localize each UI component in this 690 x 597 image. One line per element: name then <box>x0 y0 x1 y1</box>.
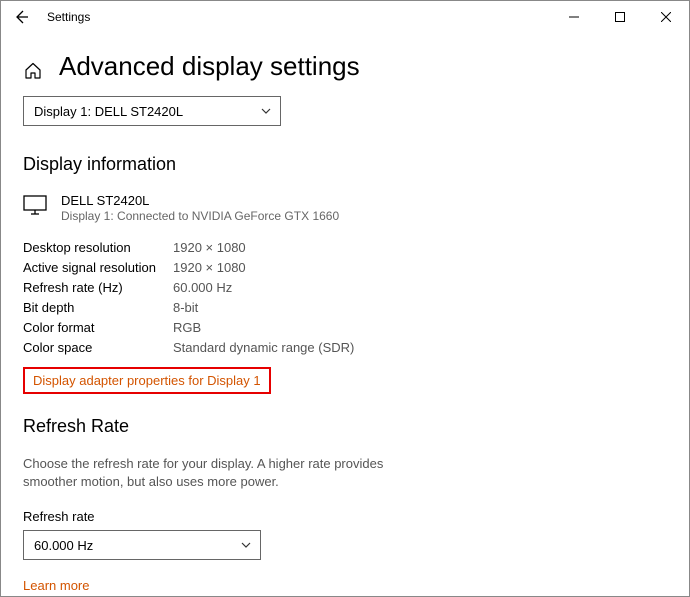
info-row-color-space: Color space Standard dynamic range (SDR) <box>23 337 667 357</box>
arrow-left-icon <box>13 9 29 25</box>
info-row-refresh-rate: Refresh rate (Hz) 60.000 Hz <box>23 277 667 297</box>
chevron-down-icon <box>240 539 252 551</box>
info-row-color-format: Color format RGB <box>23 317 667 337</box>
display-selector-value: Display 1: DELL ST2420L <box>34 104 183 119</box>
window-title: Settings <box>47 10 90 24</box>
learn-more-link[interactable]: Learn more <box>23 578 89 593</box>
maximize-icon <box>615 12 625 22</box>
info-row-desktop-resolution: Desktop resolution 1920 × 1080 <box>23 237 667 257</box>
page-title: Advanced display settings <box>59 51 360 82</box>
info-label: Refresh rate (Hz) <box>23 280 173 295</box>
info-value: 60.000 Hz <box>173 280 232 295</box>
display-selector[interactable]: Display 1: DELL ST2420L <box>23 96 281 126</box>
window-controls <box>551 1 689 33</box>
refresh-rate-heading: Refresh Rate <box>23 416 667 437</box>
info-value: 1920 × 1080 <box>173 260 246 275</box>
info-row-active-signal: Active signal resolution 1920 × 1080 <box>23 257 667 277</box>
info-value: 8-bit <box>173 300 198 315</box>
monitor-connection: Display 1: Connected to NVIDIA GeForce G… <box>61 209 339 223</box>
info-value: Standard dynamic range (SDR) <box>173 340 354 355</box>
chevron-down-icon <box>260 105 272 117</box>
refresh-rate-label: Refresh rate <box>23 509 667 524</box>
home-button[interactable] <box>23 60 45 82</box>
info-row-bit-depth: Bit depth 8-bit <box>23 297 667 317</box>
info-label: Color space <box>23 340 173 355</box>
display-adapter-link[interactable]: Display adapter properties for Display 1 <box>23 367 271 394</box>
minimize-icon <box>569 12 579 22</box>
content-area: Advanced display settings Display 1: DEL… <box>1 33 689 595</box>
refresh-rate-selector[interactable]: 60.000 Hz <box>23 530 261 560</box>
display-info-table: Desktop resolution 1920 × 1080 Active si… <box>23 237 667 357</box>
home-icon <box>23 61 43 81</box>
refresh-rate-description: Choose the refresh rate for your display… <box>23 455 423 491</box>
info-label: Bit depth <box>23 300 173 315</box>
monitor-icon <box>23 195 47 215</box>
refresh-rate-value: 60.000 Hz <box>34 538 93 553</box>
back-button[interactable] <box>11 7 31 27</box>
close-icon <box>661 12 671 22</box>
info-value: 1920 × 1080 <box>173 240 246 255</box>
display-info-heading: Display information <box>23 154 667 175</box>
info-label: Color format <box>23 320 173 335</box>
close-button[interactable] <box>643 1 689 33</box>
info-label: Active signal resolution <box>23 260 173 275</box>
minimize-button[interactable] <box>551 1 597 33</box>
monitor-name: DELL ST2420L <box>61 193 339 208</box>
info-value: RGB <box>173 320 201 335</box>
monitor-summary: DELL ST2420L Display 1: Connected to NVI… <box>23 193 667 223</box>
header-row: Advanced display settings <box>23 45 667 96</box>
titlebar: Settings <box>1 1 689 33</box>
maximize-button[interactable] <box>597 1 643 33</box>
info-label: Desktop resolution <box>23 240 173 255</box>
